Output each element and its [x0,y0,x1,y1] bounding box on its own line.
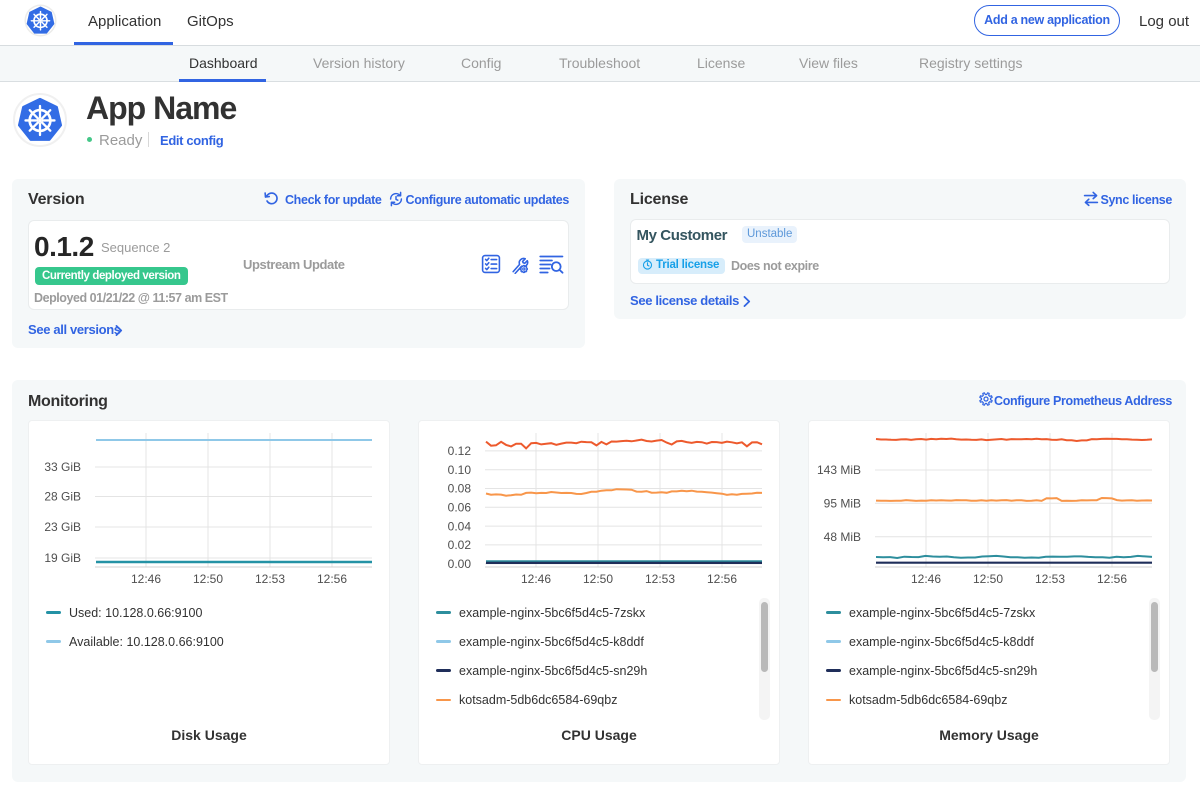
svg-text:19 GiB: 19 GiB [44,551,81,565]
svg-text:12:56: 12:56 [707,572,737,586]
svg-text:12:50: 12:50 [193,572,223,586]
svg-text:12:53: 12:53 [645,572,675,586]
svg-text:12:53: 12:53 [1035,572,1065,586]
svg-text:0.00: 0.00 [448,557,472,571]
svg-text:12:56: 12:56 [317,572,347,586]
svg-text:95 MiB: 95 MiB [824,497,861,511]
svg-text:12:46: 12:46 [911,572,941,586]
svg-text:143 MiB: 143 MiB [817,463,861,477]
svg-text:12:46: 12:46 [131,572,161,586]
svg-text:12:53: 12:53 [255,572,285,586]
svg-text:23 GiB: 23 GiB [44,520,81,534]
svg-text:12:56: 12:56 [1097,572,1127,586]
svg-text:12:50: 12:50 [973,572,1003,586]
svg-text:0.02: 0.02 [448,538,472,552]
svg-text:48 MiB: 48 MiB [824,530,861,544]
svg-text:33 GiB: 33 GiB [44,460,81,474]
svg-text:0.06: 0.06 [448,501,472,515]
svg-text:0.12: 0.12 [448,444,472,458]
svg-text:0.08: 0.08 [448,482,472,496]
svg-text:28 GiB: 28 GiB [44,490,81,504]
svg-text:0.04: 0.04 [448,519,472,533]
svg-text:12:46: 12:46 [521,572,551,586]
svg-text:12:50: 12:50 [583,572,613,586]
svg-text:0.10: 0.10 [448,463,472,477]
